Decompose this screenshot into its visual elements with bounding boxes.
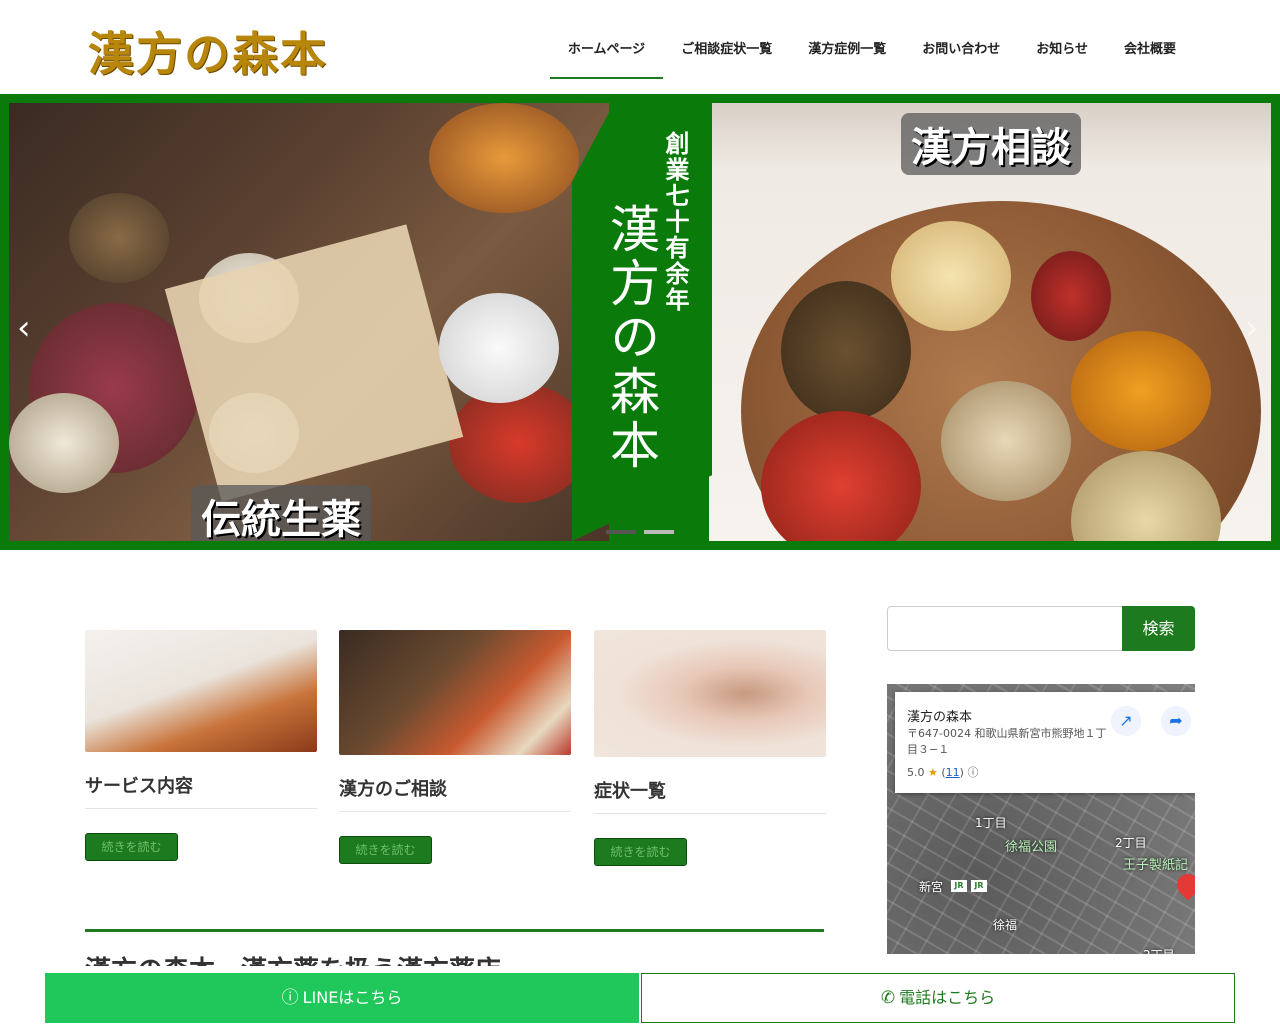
card-services-image[interactable]: [85, 630, 317, 752]
map-place-name: 漢方の森本: [907, 710, 973, 725]
card-title[interactable]: サービス内容: [85, 772, 317, 809]
card-symptoms-image[interactable]: [594, 630, 826, 757]
map-reviews-link[interactable]: 11: [946, 766, 960, 779]
map-label-jofuku: 徐福: [993, 918, 1018, 932]
search-button[interactable]: 検索: [1122, 606, 1195, 651]
line-contact-button[interactable]: ⓘ LINEはこちら: [45, 973, 639, 1023]
map-rating-value: 5.0: [907, 766, 925, 779]
slider-dots: [606, 530, 674, 534]
main-nav: ホームページ ご相談症状一覧 漢方症例一覧 お問い合わせ お知らせ 会社概要: [549, 30, 1194, 79]
star-icon: ★: [928, 766, 938, 779]
map-label-station: 新宮: [919, 880, 944, 894]
info-icon[interactable]: ⓘ: [967, 766, 978, 779]
hero-slide: 創業七十有余年 漢方の森本 漢方相談 伝統生薬 ‹ ›: [9, 103, 1271, 541]
map-label-chome2b: 2丁目: [1143, 946, 1175, 954]
map-place-address: 〒647-0024 和歌山県新宮市熊野地１丁目３−１: [907, 727, 1107, 756]
chevron-right-icon[interactable]: ›: [1245, 308, 1259, 348]
hero-badge-consult: 漢方相談: [901, 113, 1081, 175]
card-title[interactable]: 漢方のご相談: [339, 775, 571, 812]
slider-dot-2[interactable]: [644, 530, 674, 534]
map-label-chome2: 2丁目: [1115, 836, 1147, 850]
section-heading: 漢方の森本・漢方薬を扱う漢方薬店: [85, 946, 545, 966]
map-label-chome1: 1丁目: [975, 816, 1007, 830]
herb-board: [741, 201, 1261, 541]
phone-contact-button[interactable]: ✆ 電話はこちら: [641, 973, 1235, 1023]
open-external-icon[interactable]: ↗: [1111, 706, 1141, 736]
directions-icon[interactable]: ➦: [1161, 706, 1191, 736]
jr-icon: JR: [971, 880, 987, 892]
site-header: 漢方の森本 ホームページ ご相談症状一覧 漢方症例一覧 お問い合わせ お知らせ …: [0, 0, 1280, 94]
nav-company[interactable]: 会社概要: [1106, 30, 1194, 79]
nav-cases[interactable]: 漢方症例一覧: [790, 30, 904, 79]
herb-tray-image: [9, 103, 609, 541]
site-logo[interactable]: 漢方の森本: [88, 18, 328, 84]
chevron-circle-icon: ⓘ: [281, 988, 299, 1008]
map-place-card: 漢方の森本 〒647-0024 和歌山県新宮市熊野地１丁目３−１ 5.0 ★ (…: [895, 692, 1195, 793]
line-button-label: LINEはこちら: [302, 988, 403, 1007]
google-map[interactable]: 1丁目 2丁目 徐福公園 王子製紙記 新宮 JR JR 徐福 2丁目 漢方の森本…: [887, 684, 1195, 954]
nav-contact[interactable]: お問い合わせ: [904, 30, 1018, 79]
card-services: サービス内容 続きを読む: [85, 630, 317, 861]
nav-home[interactable]: ホームページ: [549, 30, 664, 79]
map-pin-icon[interactable]: [1172, 869, 1195, 901]
phone-button-label: 電話はこちら: [899, 988, 996, 1007]
section-divider: [85, 929, 824, 932]
map-rating: 5.0 ★ (11) ⓘ: [907, 766, 979, 779]
map-label-paper: 王子製紙記: [1123, 858, 1189, 873]
hero-slider: 創業七十有余年 漢方の森本 漢方相談 伝統生薬 ‹ ›: [0, 94, 1280, 550]
jr-icon: JR: [951, 880, 967, 892]
card-consultation-image[interactable]: [339, 630, 571, 755]
read-more-button[interactable]: 続きを読む: [85, 833, 178, 861]
chevron-left-icon[interactable]: ‹: [17, 308, 31, 348]
search-input[interactable]: [887, 606, 1123, 651]
phone-icon: ✆: [880, 988, 896, 1008]
card-title[interactable]: 症状一覧: [594, 777, 826, 814]
slider-dot-1[interactable]: [606, 530, 636, 534]
hero-title: 漢方の森本: [602, 203, 660, 473]
card-symptoms: 症状一覧 続きを読む: [594, 630, 826, 866]
nav-symptoms[interactable]: ご相談症状一覧: [663, 30, 790, 79]
nav-news[interactable]: お知らせ: [1018, 30, 1106, 79]
card-consultation: 漢方のご相談 続きを読む: [339, 630, 571, 864]
hero-tagline: 創業七十有余年: [661, 131, 690, 313]
read-more-button[interactable]: 続きを読む: [339, 836, 432, 864]
read-more-button[interactable]: 続きを読む: [594, 838, 687, 866]
map-label-park: 徐福公園: [1005, 840, 1058, 855]
hero-badge-herbs: 伝統生薬: [191, 485, 371, 541]
